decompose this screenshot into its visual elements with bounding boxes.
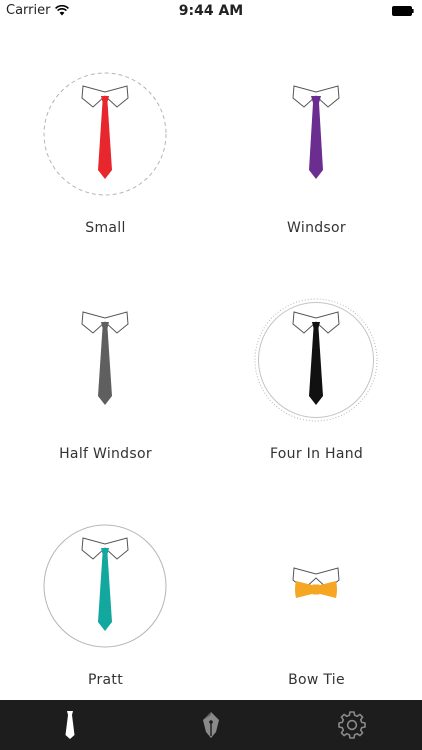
- tie-item-pratt[interactable]: Pratt: [0, 474, 211, 700]
- tab-tutorial[interactable]: [141, 700, 281, 750]
- tie-item-small[interactable]: Small: [0, 22, 211, 248]
- tie-illustration[interactable]: [43, 298, 167, 422]
- pen-nib-icon: [203, 712, 219, 738]
- status-time: 9:44 AM: [178, 3, 244, 19]
- tie-item-bow-tie[interactable]: Bow Tie: [211, 474, 422, 700]
- necktie-icon: [98, 328, 112, 405]
- tab-bar: [0, 700, 422, 750]
- tie-item-windsor[interactable]: Windsor: [211, 22, 422, 248]
- battery-icon: [392, 6, 414, 16]
- tie-label: Windsor: [287, 220, 346, 236]
- necktie-icon: [98, 102, 112, 179]
- necktie-icon: [65, 711, 75, 739]
- tie-knot: [101, 548, 109, 554]
- necktie-icon: [98, 554, 112, 631]
- tie-label: Small: [85, 220, 126, 236]
- tie-illustration[interactable]: [254, 524, 378, 648]
- tie-knot: [101, 96, 109, 102]
- tie-label: Pratt: [87, 672, 123, 688]
- tie-label: Bow Tie: [288, 672, 345, 688]
- tab-ties[interactable]: [0, 700, 140, 750]
- tie-knot: [312, 584, 320, 595]
- tie-illustration[interactable]: [254, 72, 378, 196]
- gear-icon: [338, 711, 366, 739]
- tie-illustration[interactable]: [254, 298, 378, 422]
- tie-item-half-windsor[interactable]: Half Windsor: [0, 248, 211, 474]
- status-bar: Carrier 9:44 AM: [0, 0, 422, 22]
- tie-illustration[interactable]: [43, 524, 167, 648]
- tie-label: Four In Hand: [269, 446, 364, 462]
- tie-knot: [312, 322, 320, 328]
- tab-settings[interactable]: [282, 700, 422, 750]
- tie-illustration[interactable]: [43, 72, 167, 196]
- tie-style-grid: Small Windsor Half Windsor Four In Hand …: [0, 22, 422, 700]
- tie-knot: [101, 322, 109, 328]
- necktie-icon: [309, 103, 323, 179]
- tie-item-four-in-hand[interactable]: Four In Hand: [211, 248, 422, 474]
- tie-label: Half Windsor: [59, 446, 152, 462]
- necktie-icon: [309, 328, 323, 405]
- tie-knot: [311, 96, 321, 103]
